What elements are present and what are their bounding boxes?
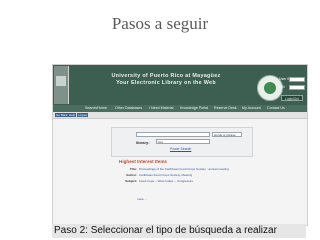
library-select[interactable]: ALL [156,139,210,144]
login-user-input[interactable] [289,77,305,82]
search-panel: words or phrase library: ALL Power Searc… [111,127,253,157]
banner-title-line1: University of Puerto Rico at Mayagüez [111,73,221,79]
login-button[interactable]: Login/Out [281,95,303,101]
site-banner: University of Puerto Rico at Mayagüez Yo… [53,65,307,105]
highlight-value[interactable]: Proceedings of the Caribbean Food Crops … [139,167,229,171]
more-link[interactable]: more ... [137,197,147,201]
help-button[interactable]: Help [68,113,77,117]
slide-caption: Paso 2: Seleccionar el tipo de búsqueda … [52,224,306,238]
library-website-screenshot: University of Puerto Rico at Mayagüez Yo… [52,64,308,226]
highlight-key: Subject: [125,179,137,183]
nav-item-search-home[interactable]: Search/Home [85,105,107,112]
highlight-value[interactable]: Food crops -- West Indies -- Congresses [139,179,193,183]
nav-item-reserve-desk[interactable]: Reserve Desk [214,105,237,112]
login-pin-input[interactable] [289,85,305,90]
nav-item-knowledge-portal[interactable]: Knowledge Portal [180,105,208,112]
highlight-row: Subject: Food crops -- West Indies -- Con… [123,179,193,184]
go-back-button[interactable]: Go Back [55,113,69,117]
login-pin-label: PIN [279,85,285,89]
logout-button[interactable]: Logout [77,113,89,117]
banner-title: University of Puerto Rico at Mayagüez Yo… [71,73,261,87]
nav-item-my-account[interactable]: My Account [242,105,261,112]
library-label: library: [136,140,150,145]
campus-photo [54,66,69,104]
banner-title-line2: Your Electronic Library on the Web [116,80,216,86]
search-mode-select[interactable]: words or phrase [212,132,242,137]
slide-title: Pasos a seguir [111,14,209,33]
power-search-link[interactable]: Power Search [170,147,191,151]
highlight-row: Title: Proceedings of the Caribbean Food … [123,167,229,172]
highlight-key: Title: [129,167,137,171]
nav-item-other-databases[interactable]: Other Databases [115,105,142,112]
highlight-row: Author: Caribbean Food Crops Society. Mee… [123,173,192,178]
toolbar: Go Back Help Logout [53,112,307,119]
highlight-key: Author: [126,173,137,177]
highlight-heading: Highest Interest Items [119,159,167,164]
highlight-value[interactable]: Caribbean Food Crops Society. Meeting [139,173,192,177]
highlight-panel: Highest Interest Items Title: Proceedings… [113,159,249,207]
search-input[interactable] [136,132,210,137]
nav-item-contact-us[interactable]: Contact Us [267,105,285,112]
nav-item-need-material[interactable]: I Need Material [149,105,173,112]
main-nav: Search/Home Other Databases I Need Mater… [53,105,307,112]
